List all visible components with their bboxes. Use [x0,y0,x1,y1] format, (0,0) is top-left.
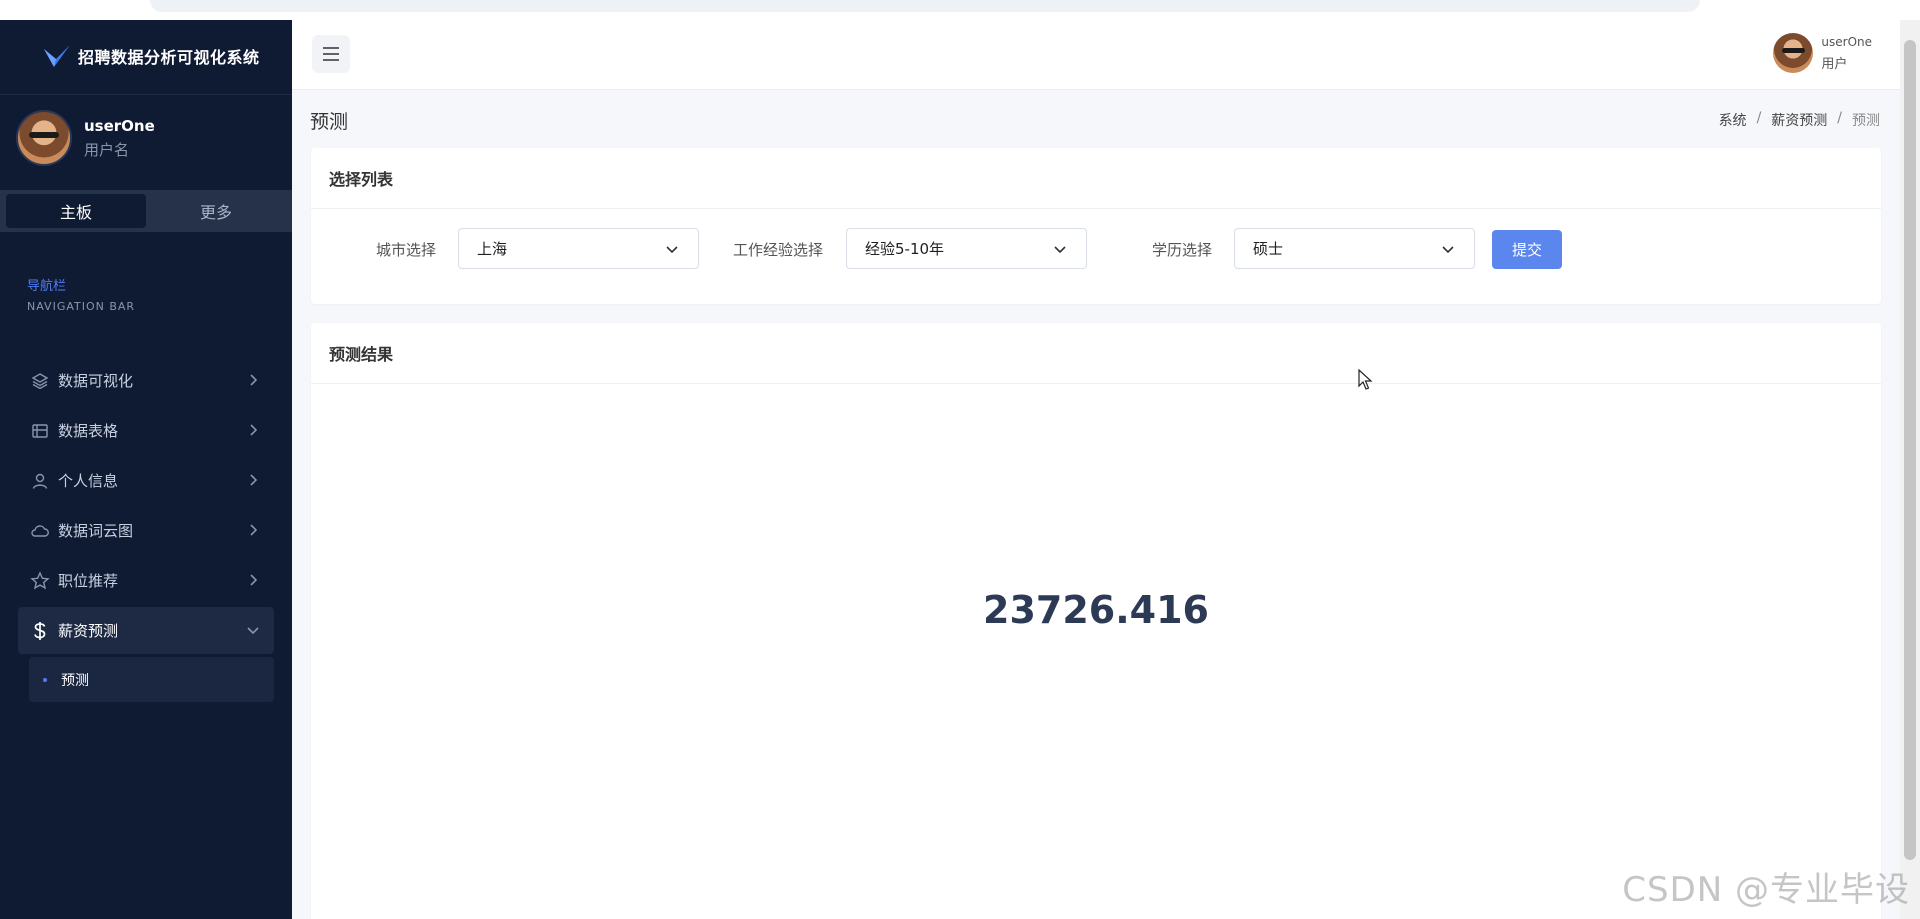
sidebar: 招聘数据分析可视化系统 userOne 用户名 主板 更多 导航栏 NAVIGA… [0,20,292,919]
salary-prediction-submenu: 预测 [29,657,274,702]
sidebar-item-data-table[interactable]: 数据表格 [18,407,274,454]
topbar-user-name: userOne [1821,34,1872,49]
sidebar-subitem-label: 预测 [61,672,89,689]
bullet-dot-icon [43,677,47,682]
sidebar-item-label: 薪资预测 [58,622,119,640]
chevron-right-icon [250,474,258,486]
sidebar-item-job-recommendation[interactable]: 职位推荐 [18,557,274,604]
sidebar-user: userOne 用户名 [16,110,155,166]
experience-select-value: 经验5-10年 [865,240,945,258]
sidebar-item-data-visualization[interactable]: 数据可视化 [18,357,274,404]
select-card-header: 选择列表 [311,148,1881,209]
sidebar-item-personal-info[interactable]: 个人信息 [18,457,274,504]
sidebar-item-word-cloud[interactable]: 数据词云图 [18,507,274,554]
sidebar-item-label: 数据表格 [58,422,119,440]
sidebar-user-name: userOne [84,116,155,135]
education-select-value: 硕士 [1253,240,1284,258]
chevron-right-icon [250,424,258,436]
sidebar-item-label: 数据词云图 [58,522,134,540]
hamburger-icon [323,47,339,61]
logo-icon [44,45,70,67]
sidebar-tab-bar: 主板 更多 [0,190,292,232]
breadcrumb-current: 预测 [1852,113,1880,129]
nav-heading: 导航栏 NAVIGATION BAR [27,275,135,313]
chevron-down-icon [1054,246,1066,254]
topbar-user-role: 用户 [1821,56,1848,72]
sidebar-item-label: 数据可视化 [58,372,134,390]
sidebar-item-salary-prediction[interactable]: 薪资预测 [18,607,274,654]
sidebar-user-subtitle: 用户名 [84,140,130,159]
tab-main-board[interactable]: 主板 [6,194,146,228]
experience-select-label: 工作经验选择 [733,241,824,259]
page-scrollbar[interactable] [1900,20,1920,919]
user-icon [30,471,50,491]
table-icon [30,421,50,441]
breadcrumb-item[interactable]: 系统 [1719,110,1747,130]
scrollbar-thumb[interactable] [1904,40,1916,860]
breadcrumb-separator: / [1756,110,1762,126]
nav-heading-zh: 导航栏 [27,279,67,294]
tab-more[interactable]: 更多 [146,194,286,228]
topbar-user[interactable]: userOne 用户 [1773,33,1872,73]
layers-icon [30,371,50,391]
city-select-value: 上海 [477,240,508,258]
sidebar-item-label: 个人信息 [58,472,119,490]
education-select-label: 学历选择 [1152,241,1213,259]
app-title: 招聘数据分析可视化系统 [78,48,260,67]
sidebar-item-label: 职位推荐 [58,572,119,590]
result-card: 预测结果 23726.416 [311,323,1881,919]
city-select[interactable]: 上海 [458,228,699,269]
submit-button[interactable]: 提交 [1492,230,1562,269]
page-title: 预测 [310,111,349,133]
avatar [1773,33,1814,73]
cloud-icon [30,521,50,541]
watermark: CSDN @专业毕设 [1622,870,1910,910]
chevron-down-icon [666,246,678,254]
nav-heading-en: NAVIGATION BAR [27,300,136,313]
breadcrumb: 系统 / 薪资预测 / 预测 [1719,110,1880,130]
breadcrumb-separator: / [1837,110,1842,126]
dollar-icon [30,621,50,641]
mouse-cursor-icon [1358,369,1373,390]
result-card-header: 预测结果 [311,323,1881,384]
education-select[interactable]: 硕士 [1234,228,1475,269]
star-icon [30,570,50,591]
city-select-label: 城市选择 [376,241,437,259]
avatar[interactable] [16,110,72,166]
predicted-salary-value: 23726.416 [983,588,1209,632]
experience-select[interactable]: 经验5-10年 [846,228,1087,269]
breadcrumb-item[interactable]: 薪资预测 [1771,110,1827,130]
browser-top-strip [0,0,1920,20]
topbar: userOne 用户 [292,20,1900,90]
select-card: 选择列表 城市选择 上海 工作经验选择 经验5-10年 学历选择 硕士 提交 [311,148,1881,304]
chevron-right-icon [250,574,258,586]
menu-toggle-button[interactable] [312,35,350,73]
select-form: 城市选择 上海 工作经验选择 经验5-10年 学历选择 硕士 提交 [311,228,1881,270]
chevron-down-icon [247,627,259,635]
chevron-right-icon [250,524,258,536]
sidebar-divider [0,94,292,95]
app-logo[interactable]: 招聘数据分析可视化系统 [42,40,260,72]
nav-list: 数据可视化 数据表格 个人信息 数据词云图 职位推荐 薪资预测 预测 [18,357,274,702]
chevron-right-icon [250,374,258,386]
chevron-down-icon [1442,246,1454,254]
browser-address-bar[interactable] [150,0,1700,12]
sidebar-subitem-predict[interactable]: 预测 [29,657,274,702]
